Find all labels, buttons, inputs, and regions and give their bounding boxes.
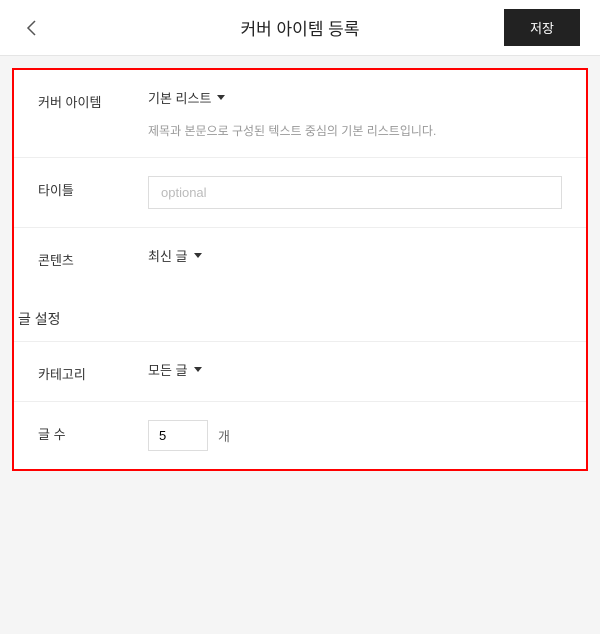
cover-item-control: 기본 리스트 제목과 본문으로 구성된 텍스트 중심의 기본 리스트입니다.: [148, 88, 562, 139]
header: 커버 아이템 등록 저장: [0, 0, 600, 56]
main-panel: 커버 아이템 기본 리스트 제목과 본문으로 구성된 텍스트 중심의 기본 리스…: [12, 68, 588, 471]
count-input[interactable]: [148, 420, 208, 451]
chevron-down-icon: [194, 367, 202, 372]
chevron-down-icon: [217, 95, 225, 100]
post-settings-title: 글 설정: [14, 287, 586, 341]
title-control: [148, 176, 562, 209]
cover-item-dropdown[interactable]: 기본 리스트: [148, 88, 225, 107]
cover-item-row: 커버 아이템 기본 리스트 제목과 본문으로 구성된 텍스트 중심의 기본 리스…: [14, 70, 586, 158]
category-value: 모든 글: [148, 360, 188, 379]
content-value: 최신 글: [148, 246, 188, 265]
content-row: 콘텐츠 최신 글: [14, 228, 586, 287]
cover-item-section: 커버 아이템 기본 리스트 제목과 본문으로 구성된 텍스트 중심의 기본 리스…: [14, 70, 586, 287]
save-button[interactable]: 저장: [504, 9, 580, 46]
cover-item-value: 기본 리스트: [148, 88, 211, 107]
page-title: 커버 아이템 등록: [241, 15, 360, 40]
arrow-left-icon: [23, 19, 41, 37]
cover-item-description: 제목과 본문으로 구성된 텍스트 중심의 기본 리스트입니다.: [148, 122, 562, 139]
title-input[interactable]: [148, 176, 562, 209]
chevron-down-icon: [194, 253, 202, 258]
content-label: 콘텐츠: [38, 246, 148, 269]
content-wrapper: 커버 아이템 기본 리스트 제목과 본문으로 구성된 텍스트 중심의 기본 리스…: [0, 56, 600, 483]
post-settings-section: 카테고리 모든 글 글 수 개: [14, 341, 586, 469]
category-row: 카테고리 모든 글: [14, 342, 586, 402]
category-label: 카테고리: [38, 360, 148, 383]
title-row: 타이틀: [14, 158, 586, 228]
count-control: 개: [148, 420, 562, 451]
count-row: 글 수 개: [14, 402, 586, 469]
content-control: 최신 글: [148, 246, 562, 266]
count-unit: 개: [218, 426, 230, 445]
category-control: 모든 글: [148, 360, 562, 380]
cover-item-label: 커버 아이템: [38, 88, 148, 111]
back-button[interactable]: [20, 16, 44, 40]
count-label: 글 수: [38, 420, 148, 443]
category-dropdown[interactable]: 모든 글: [148, 360, 202, 379]
title-label: 타이틀: [38, 176, 148, 199]
content-dropdown[interactable]: 최신 글: [148, 246, 202, 265]
